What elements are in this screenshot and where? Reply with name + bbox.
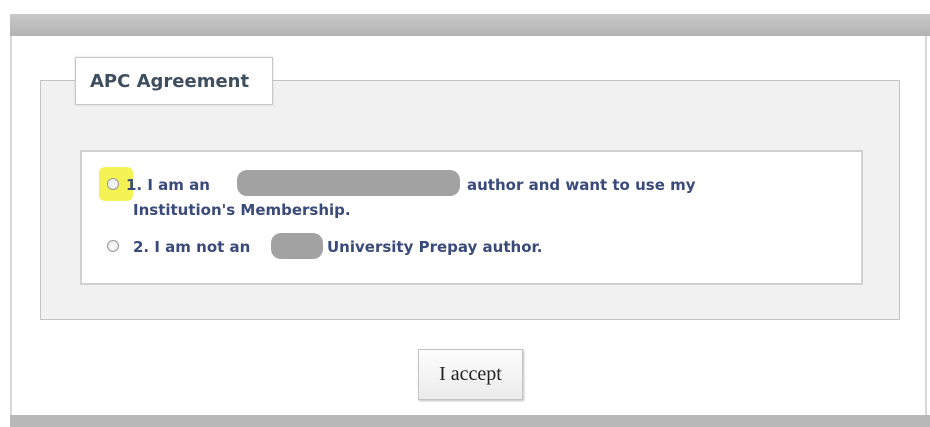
accept-button[interactable]: I accept — [418, 349, 523, 400]
option-2-prefix[interactable]: 2. I am not an — [133, 236, 250, 258]
window-right-border — [925, 36, 927, 416]
window-bottom-bar — [10, 415, 930, 427]
dialog-window: APC Agreement 1. I am an author and want… — [0, 0, 930, 427]
window-left-border — [10, 36, 12, 416]
option-1-prefix[interactable]: 1. I am an — [126, 174, 210, 196]
redacted-text — [237, 170, 460, 196]
window-top-bar — [10, 14, 930, 36]
option-2-suffix[interactable]: University Prepay author. — [327, 236, 542, 258]
option-1-radio[interactable] — [107, 178, 119, 190]
option-1-line2[interactable]: Institution's Membership. — [133, 199, 351, 221]
option-2-radio[interactable] — [107, 240, 119, 252]
redacted-text — [271, 233, 323, 259]
option-1-suffix[interactable]: author and want to use my — [467, 174, 696, 196]
fieldset-legend: APC Agreement — [75, 57, 273, 105]
